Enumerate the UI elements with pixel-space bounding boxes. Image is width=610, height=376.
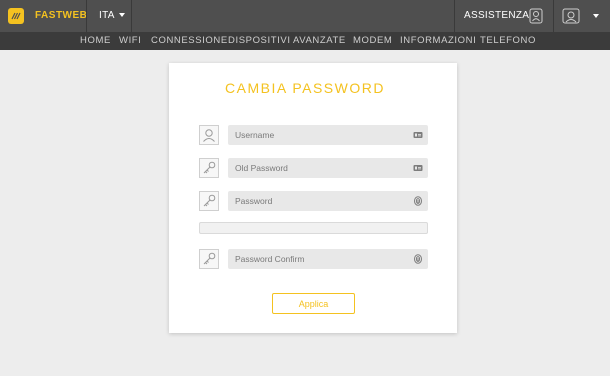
logo-icon[interactable] — [8, 8, 24, 24]
top-bar: FASTWEB ITA ASSISTENZA — [0, 0, 610, 32]
nav-item-avanzate[interactable]: AVANZATE — [293, 35, 346, 46]
assistance-link[interactable]: ASSISTENZA — [464, 10, 529, 21]
divider — [86, 0, 87, 32]
old-password-field[interactable] — [228, 158, 428, 178]
fingerprint-icon[interactable] — [413, 254, 423, 264]
fingerprint-icon[interactable] — [413, 196, 423, 206]
divider — [454, 0, 455, 32]
divider — [131, 0, 132, 32]
user-avatar-icon[interactable] — [562, 8, 580, 24]
nav-item-telefono[interactable]: TELEFONO — [480, 35, 536, 46]
language-label: ITA — [99, 10, 115, 21]
main-nav: HOME WIFI CONNESSIONE DISPOSITIVI AVANZA… — [0, 32, 610, 50]
brand-name[interactable]: FASTWEB — [35, 10, 87, 21]
caret-down-icon — [118, 13, 125, 18]
username-input[interactable] — [228, 125, 408, 145]
old-password-input[interactable] — [228, 158, 408, 178]
password-confirm-field[interactable] — [228, 249, 428, 269]
key-icon — [199, 158, 219, 178]
page-title: CAMBIA PASSWORD — [225, 80, 385, 96]
nav-item-informazioni[interactable]: INFORMAZIONI — [400, 35, 476, 46]
key-icon — [199, 191, 219, 211]
apply-button[interactable]: Applica — [272, 293, 355, 314]
id-card-icon — [413, 132, 423, 138]
support-agent-icon[interactable] — [529, 8, 543, 24]
nav-item-connessione[interactable]: CONNESSIONE — [151, 35, 228, 46]
username-field[interactable] — [228, 125, 428, 145]
password-input[interactable] — [228, 191, 408, 211]
divider — [553, 0, 554, 32]
nav-item-modem[interactable]: MODEM — [353, 35, 392, 46]
password-strength-meter — [199, 222, 428, 234]
nav-item-wifi[interactable]: WIFI — [119, 35, 141, 46]
nav-item-dispositivi[interactable]: DISPOSITIVI — [228, 35, 291, 46]
user-icon — [199, 125, 219, 145]
password-field[interactable] — [228, 191, 428, 211]
language-selector[interactable]: ITA — [99, 10, 125, 21]
password-confirm-input[interactable] — [228, 249, 408, 269]
user-menu-caret-icon[interactable] — [593, 14, 599, 18]
nav-item-home[interactable]: HOME — [80, 35, 111, 46]
id-card-icon — [413, 165, 423, 171]
key-icon — [199, 249, 219, 269]
